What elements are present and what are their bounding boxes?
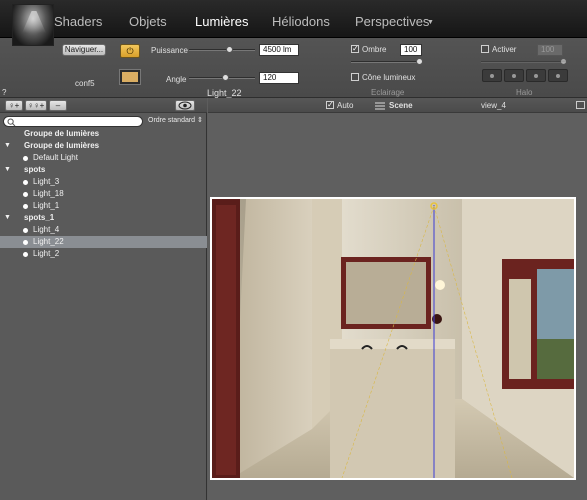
view-name-label: view_4 [481, 101, 506, 110]
angle-slider-knob[interactable] [222, 74, 229, 81]
tree-light-row[interactable]: Light_3 [0, 176, 207, 188]
viewport-layout-icon[interactable] [576, 101, 585, 109]
light-power-toggle[interactable]: ⏻ [120, 44, 140, 58]
lights-search-input[interactable] [3, 116, 143, 127]
angle-input[interactable]: 120 [259, 72, 299, 84]
tree-light-row[interactable]: Default Light [0, 152, 207, 164]
halo-style-3-button[interactable] [526, 69, 546, 82]
viewport-toolbar: ✓ Auto Scene view_4 [208, 98, 587, 113]
tab-perspectives[interactable]: Perspectives [355, 14, 429, 29]
light-color-swatch[interactable] [119, 69, 141, 85]
visibility-eye-button[interactable] [175, 100, 195, 111]
halo-style-2-button[interactable] [504, 69, 524, 82]
light-preview-thumbnail [12, 4, 54, 46]
halo-activer-checkbox[interactable] [481, 45, 489, 53]
tree-item-label: Light_1 [33, 201, 60, 210]
light-bullet-icon [23, 204, 28, 209]
light-bullet-icon [23, 228, 28, 233]
add-light-group-button[interactable]: ♀♀+ [25, 100, 47, 111]
light-bullet-icon [23, 192, 28, 197]
expand-triangle-icon[interactable]: ▼ [4, 212, 11, 224]
navigate-button[interactable]: Naviguer... [62, 44, 106, 56]
tree-group-row[interactable]: ▼ spots [0, 164, 207, 176]
tree-item-label: Light_22 [33, 237, 64, 246]
tree-light-row[interactable]: Light_2 [0, 248, 207, 260]
angle-label: Angle [166, 75, 187, 84]
tree-light-row[interactable]: Light_4 [0, 224, 207, 236]
sort-order-select[interactable]: Ordre standard ⇕ [148, 116, 203, 124]
puissance-slider-knob[interactable] [226, 46, 233, 53]
tree-light-row[interactable]: Light_1 [0, 200, 207, 212]
help-icon[interactable]: ? [2, 88, 6, 97]
auto-checkbox[interactable]: ✓ [326, 101, 334, 109]
light-bullet-icon [23, 156, 28, 161]
eclairage-section-label: Eclairage [371, 88, 405, 97]
add-light-button[interactable]: ♀+ [5, 100, 23, 111]
expand-triangle-icon[interactable]: ▼ [4, 164, 11, 176]
preset-name: conf5 [75, 79, 95, 88]
tree-item-label: Light_3 [33, 177, 60, 186]
tree-item-label: Groupe de lumières [24, 141, 100, 150]
tab-objets[interactable]: Objets [129, 14, 167, 29]
cone-checkbox[interactable] [351, 73, 359, 81]
perspectives-dropdown-icon[interactable]: ▼ [427, 19, 434, 26]
light-bullet-icon [23, 252, 28, 257]
lights-panel-toolbar: ♀+ ♀♀+ – [0, 98, 207, 113]
halo-slider-knob[interactable] [560, 58, 567, 65]
ombre-label: Ombre [362, 45, 387, 54]
puissance-slider[interactable] [189, 49, 255, 51]
light-bullet-icon [23, 240, 28, 245]
halo-style-1-button[interactable] [482, 69, 502, 82]
bathroom-render-image [212, 199, 574, 478]
puissance-label: Puissance [151, 46, 188, 55]
tree-item-label: Light_4 [33, 225, 60, 234]
tree-item-label: Default Light [33, 153, 78, 162]
ombre-slider-knob[interactable] [416, 58, 423, 65]
auto-label: Auto [337, 101, 354, 110]
tab-lumieres[interactable]: Lumières [195, 14, 248, 29]
ombre-checkbox[interactable]: ✓ [351, 45, 359, 53]
tree-item-label: spots_1 [24, 213, 55, 222]
scene-label[interactable]: Scene [389, 101, 413, 110]
halo-activer-label: Activer [492, 45, 517, 54]
light-bullet-icon [23, 180, 28, 185]
cone-label: Cône lumineux [362, 73, 416, 82]
top-menu-bar: Shaders Objets Lumières Héliodons Perspe… [0, 0, 587, 38]
selected-light-name: Light_22 [207, 88, 242, 98]
tree-group-row[interactable]: ▼ spots_1 [0, 212, 207, 224]
render-frame[interactable] [210, 197, 576, 480]
expand-triangle-icon[interactable]: ▼ [4, 140, 11, 152]
search-icon [7, 118, 16, 127]
halo-slider[interactable] [481, 61, 566, 63]
tree-item-label: spots [24, 165, 46, 174]
ombre-input[interactable]: 100 [400, 44, 422, 56]
remove-light-button[interactable]: – [49, 100, 67, 111]
tree-group-row[interactable]: Groupe de lumières [0, 128, 207, 140]
scene-icon [375, 102, 385, 110]
tree-item-label: Groupe de lumières [24, 129, 100, 138]
tree-item-label: Light_18 [33, 189, 64, 198]
tree-light-row[interactable]: Light_22 [0, 236, 207, 248]
tab-shaders[interactable]: Shaders [54, 14, 102, 29]
tab-heliodons[interactable]: Héliodons [272, 14, 330, 29]
puissance-input[interactable]: 4500 lm [259, 44, 299, 56]
tree-group-row[interactable]: ▼ Groupe de lumières [0, 140, 207, 152]
halo-section-label: Halo [516, 88, 533, 97]
eye-icon [178, 101, 192, 110]
ombre-slider[interactable] [351, 61, 421, 63]
tree-item-label: Light_2 [33, 249, 60, 258]
halo-input[interactable]: 100 [537, 44, 563, 56]
halo-style-4-button[interactable] [548, 69, 568, 82]
tree-light-row[interactable]: Light_18 [0, 188, 207, 200]
